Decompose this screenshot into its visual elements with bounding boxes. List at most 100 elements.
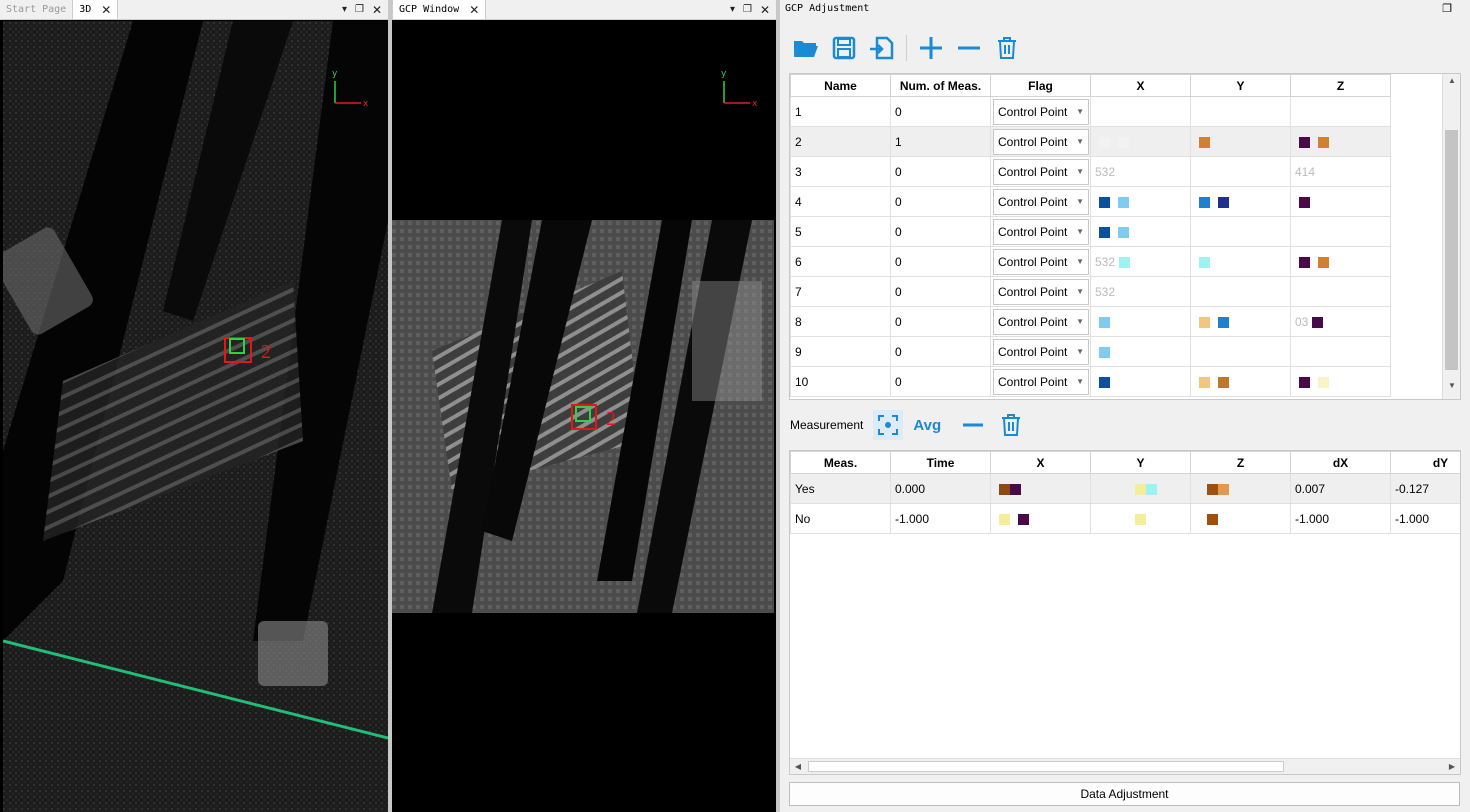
table-row[interactable]: No -1.000 -1.000 -1.000 <box>790 503 1460 534</box>
open-folder-icon[interactable] <box>792 34 820 62</box>
col-header-y[interactable]: Y <box>1190 74 1291 97</box>
close-icon[interactable]: ✕ <box>101 3 111 17</box>
meas-count-cell: 0 <box>890 96 991 127</box>
table-row[interactable]: 8 0 Control Point ▼ 03 <box>790 306 1391 337</box>
col-header-meas[interactable]: Meas. <box>790 451 891 474</box>
avg-button[interactable]: Avg <box>913 417 941 434</box>
chevron-down-icon: ▼ <box>1076 257 1084 266</box>
remove-icon[interactable] <box>955 34 983 62</box>
tab-3d[interactable]: 3D ✕ <box>72 0 119 19</box>
col-header-time[interactable]: Time <box>890 451 991 474</box>
meas-count-cell: 0 <box>890 246 991 277</box>
flag-dropdown[interactable]: Control Point ▼ <box>993 278 1089 305</box>
flag-dropdown[interactable]: Control Point ▼ <box>993 308 1089 335</box>
col-header-z[interactable]: Z <box>1190 451 1291 474</box>
table-row[interactable]: 4 0 Control Point ▼ <box>790 186 1391 217</box>
col-header-z[interactable]: Z <box>1290 74 1391 97</box>
measurement-table-hscroll[interactable]: ◀ ▶ <box>790 758 1460 774</box>
delete-icon[interactable] <box>993 34 1021 62</box>
flag-dropdown[interactable]: Control Point ▼ <box>993 368 1089 395</box>
gcp-viewport[interactable]: y x 2 <box>392 21 776 812</box>
flag-value: Control Point <box>998 374 1068 389</box>
flag-dropdown[interactable]: Control Point ▼ <box>993 98 1089 125</box>
tab-gcp-window[interactable]: GCP Window ✕ <box>392 0 487 19</box>
meas-count-cell: 0 <box>890 186 991 217</box>
scroll-up-icon[interactable]: ▲ <box>1443 76 1460 92</box>
col-header-meas[interactable]: Num. of Meas. <box>890 74 991 97</box>
close-icon[interactable]: ✕ <box>372 3 382 17</box>
scroll-thumb[interactable] <box>1445 130 1458 370</box>
chevron-down-icon: ▼ <box>1076 317 1084 326</box>
z-cell <box>1290 366 1391 397</box>
scroll-left-icon[interactable]: ◀ <box>790 759 806 774</box>
meas-count-cell: 0 <box>890 366 991 397</box>
col-header-dx[interactable]: dX <box>1290 451 1391 474</box>
pick-point-icon[interactable] <box>873 410 904 440</box>
delete-measurement-icon[interactable] <box>997 411 1025 439</box>
table-row[interactable]: 5 0 Control Point ▼ <box>790 216 1391 247</box>
close-icon[interactable]: ✕ <box>469 3 479 17</box>
close-icon[interactable]: ✕ <box>760 3 770 17</box>
3d-viewport[interactable]: y x 2 <box>3 21 388 812</box>
dx-cell: -1.000 <box>1290 503 1391 534</box>
meas-cell: Yes <box>790 473 891 504</box>
tab-controls: ▾ ❐ ✕ <box>730 0 776 19</box>
table-row[interactable]: Yes 0.000 0.007 -0.127 <box>790 473 1460 504</box>
col-header-x[interactable]: X <box>990 451 1091 474</box>
flag-dropdown[interactable]: Control Point ▼ <box>993 128 1089 155</box>
col-header-name[interactable]: Name <box>790 74 891 97</box>
flag-dropdown[interactable]: Control Point ▼ <box>993 188 1089 215</box>
dropdown-icon[interactable]: ▾ <box>730 4 735 15</box>
chevron-down-icon: ▼ <box>1076 347 1084 356</box>
gcp-table-vscroll[interactable]: ▲ ▼ <box>1442 74 1460 399</box>
table-row[interactable]: 2 1 Control Point ▼ <box>790 126 1391 157</box>
meas-count-cell: 0 <box>890 156 991 187</box>
remove-measurement-icon[interactable] <box>959 411 987 439</box>
col-header-y[interactable]: Y <box>1090 451 1191 474</box>
axis-y-label: y <box>721 69 727 79</box>
add-icon[interactable] <box>917 34 945 62</box>
col-header-dy[interactable]: dY <box>1390 451 1460 474</box>
table-row[interactable]: 1 0 Control Point ▼ <box>790 96 1391 127</box>
z-cell <box>1290 336 1391 367</box>
dropdown-icon[interactable]: ▾ <box>342 4 347 15</box>
restore-icon[interactable]: ❐ <box>1442 2 1452 15</box>
flag-dropdown[interactable]: Control Point ▼ <box>993 158 1089 185</box>
scroll-thumb[interactable] <box>808 761 1284 772</box>
flag-value: Control Point <box>998 224 1068 239</box>
z-cell <box>1190 473 1291 504</box>
gcp-window-pane: GCP Window ✕ ▾ ❐ ✕ y x 2 <box>392 0 776 812</box>
dx-cell: 0.007 <box>1290 473 1391 504</box>
flag-dropdown[interactable]: Control Point ▼ <box>993 218 1089 245</box>
name-cell: 9 <box>790 336 891 367</box>
z-cell: 414 <box>1290 156 1391 187</box>
col-header-flag[interactable]: Flag <box>990 74 1091 97</box>
y-cell <box>1090 503 1191 534</box>
restore-icon[interactable]: ❐ <box>355 4 364 15</box>
flag-dropdown[interactable]: Control Point ▼ <box>993 248 1089 275</box>
flag-value: Control Point <box>998 164 1068 179</box>
table-row[interactable]: 10 0 Control Point ▼ <box>790 366 1391 397</box>
save-icon[interactable] <box>830 34 858 62</box>
x-cell <box>1090 96 1191 127</box>
data-adjustment-button[interactable]: Data Adjustment <box>789 782 1460 806</box>
name-cell: 3 <box>790 156 891 187</box>
col-header-x[interactable]: X <box>1090 74 1191 97</box>
x-cell <box>1090 186 1191 217</box>
y-cell <box>1190 276 1291 307</box>
axis-x-label: x <box>752 99 758 109</box>
flag-dropdown[interactable]: Control Point ▼ <box>993 338 1089 365</box>
table-row[interactable]: 6 0 Control Point ▼ 532 <box>790 246 1391 277</box>
import-icon[interactable] <box>868 34 896 62</box>
table-row[interactable]: 3 0 Control Point ▼ 532 414 <box>790 156 1391 187</box>
x-value: 532 <box>1095 254 1116 269</box>
dy-cell: -0.127 <box>1390 473 1460 504</box>
restore-icon[interactable]: ❐ <box>743 4 752 15</box>
tab-start-page[interactable]: Start Page <box>0 0 72 19</box>
scroll-down-icon[interactable]: ▼ <box>1443 381 1460 397</box>
scroll-right-icon[interactable]: ▶ <box>1444 759 1460 774</box>
table-row[interactable]: 9 0 Control Point ▼ <box>790 336 1391 367</box>
flag-cell: Control Point ▼ <box>990 276 1091 307</box>
tab-label: 3D <box>79 4 92 15</box>
table-row[interactable]: 7 0 Control Point ▼ 532 <box>790 276 1391 307</box>
